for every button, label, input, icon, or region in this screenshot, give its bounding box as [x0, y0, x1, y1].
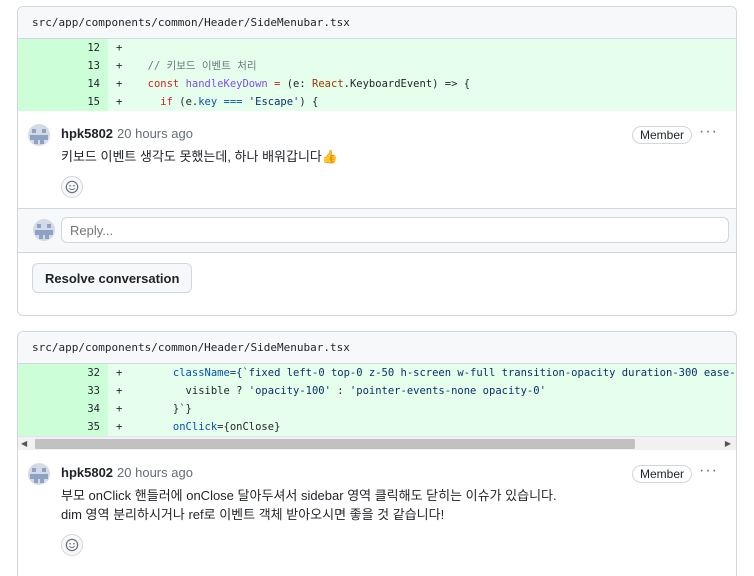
file-path[interactable]: src/app/components/common/Header/SideMen… [18, 7, 736, 39]
diff-sign: + [116, 421, 123, 433]
code-operator: = [274, 78, 281, 90]
diff-hunk: 12 + 13 + // 키보드 이벤트 처리 14 + const handl… [18, 39, 736, 111]
diff-line: 15 + if (e.key === 'Escape') { [18, 93, 736, 111]
code-param: (e: [286, 78, 313, 90]
scroll-left-icon[interactable]: ◀ [21, 439, 27, 448]
comment-timestamp[interactable]: 20 hours ago [117, 126, 193, 141]
code-string: 'pointer-events-none opacity-0' [349, 385, 546, 397]
diff-sign: + [116, 96, 123, 108]
diff-sign: + [116, 367, 123, 379]
diff-line: 33 + visible ? 'opacity-100' : 'pointer-… [18, 382, 736, 400]
code-rest: .KeyboardEvent) => { [343, 78, 471, 90]
code-keyword: const [147, 78, 180, 90]
add-reaction-button[interactable] [61, 176, 83, 198]
diff-sign: + [116, 403, 123, 415]
review-comment: hpk5802 20 hours ago Member ··· 키보드 이벤트 … [18, 111, 736, 208]
code-text: }`} [172, 403, 192, 415]
review-comment: hpk5802 20 hours ago Member ··· 부모 onCli… [18, 450, 736, 566]
scrollbar-thumb[interactable] [35, 439, 635, 449]
code-text: visible ? [185, 385, 249, 397]
line-number[interactable]: 15 [18, 93, 108, 111]
code-keyword: if [160, 96, 173, 108]
diff-line: 34 + }`} [18, 400, 736, 418]
scroll-right-icon[interactable]: ▶ [725, 439, 731, 448]
code-attribute: className [172, 367, 230, 379]
code-text: ={onClose} [217, 421, 281, 433]
code-attribute: onClick [172, 421, 218, 433]
review-thread: src/app/components/common/Header/SideMen… [17, 331, 737, 576]
line-number[interactable]: 12 [18, 39, 108, 57]
file-path[interactable]: src/app/components/common/Header/SideMen… [18, 332, 736, 364]
diff-line: 35 + onClick={onClose} [18, 418, 736, 436]
diff-line: 14 + const handleKeyDown = (e: React.Key… [18, 75, 736, 93]
code-property: key [198, 96, 218, 108]
code-string: 'opacity-100' [248, 385, 331, 397]
diff-line: 32 + className={`fixed left-0 top-0 z-50… [18, 364, 736, 382]
diff-line: 13 + // 키보드 이벤트 처리 [18, 57, 736, 75]
review-thread: src/app/components/common/Header/SideMen… [17, 6, 737, 316]
horizontal-scrollbar[interactable]: ◀ ▶ [18, 436, 736, 450]
code-type: React [312, 78, 344, 90]
comment-body: 키보드 이벤트 생각도 못했는데, 하나 배워갑니다👍 [61, 149, 339, 164]
code-string: ={`fixed left-0 top-0 z-50 h-screen w-fu… [229, 367, 736, 379]
line-number[interactable]: 35 [18, 418, 108, 436]
comment-timestamp[interactable]: 20 hours ago [117, 465, 193, 480]
comment-author[interactable]: hpk5802 [61, 465, 113, 480]
member-badge: Member [631, 465, 692, 483]
resolve-area: Resolve conversation [18, 252, 736, 306]
code-string: 'Escape' [248, 96, 300, 108]
avatar[interactable] [33, 219, 55, 241]
line-number[interactable]: 34 [18, 400, 108, 418]
line-number[interactable]: 14 [18, 75, 108, 93]
kebab-icon[interactable]: ··· [699, 123, 718, 141]
avatar[interactable] [28, 124, 50, 146]
line-number[interactable]: 13 [18, 57, 108, 75]
member-badge: Member [631, 126, 692, 144]
smiley-icon [65, 538, 79, 552]
reply-row [18, 208, 736, 252]
line-number[interactable]: 33 [18, 382, 108, 400]
code-operator: === [217, 96, 249, 108]
add-reaction-button[interactable] [61, 534, 83, 556]
smiley-icon [65, 180, 79, 194]
diff-sign: + [116, 78, 123, 90]
diff-sign: + [116, 385, 123, 397]
line-number[interactable]: 32 [18, 364, 108, 382]
code-function: handleKeyDown [185, 78, 268, 90]
avatar[interactable] [28, 463, 50, 485]
reply-input[interactable] [61, 217, 729, 243]
diff-hunk: 32 + className={`fixed left-0 top-0 z-50… [18, 364, 736, 436]
comment-body: 부모 onClick 핸들러에 onClose 달아두셔서 sidebar 영역… [61, 486, 724, 524]
code-text: (e. [172, 96, 199, 108]
diff-sign: + [116, 60, 123, 72]
comment-body-line: dim 영역 분리하시거나 ref로 이벤트 객체 받아오시면 좋을 것 같습니… [61, 507, 445, 522]
diff-sign: + [116, 42, 123, 54]
diff-line: 12 + [18, 39, 736, 57]
code-text: : [330, 385, 350, 397]
comment-body-line: 부모 onClick 핸들러에 onClose 달아두셔서 sidebar 영역… [61, 488, 557, 503]
code-text: ) { [299, 96, 319, 108]
resolve-conversation-button[interactable]: Resolve conversation [32, 263, 193, 293]
code-comment: // 키보드 이벤트 처리 [147, 60, 257, 72]
comment-author[interactable]: hpk5802 [61, 126, 113, 141]
kebab-icon[interactable]: ··· [699, 462, 718, 480]
